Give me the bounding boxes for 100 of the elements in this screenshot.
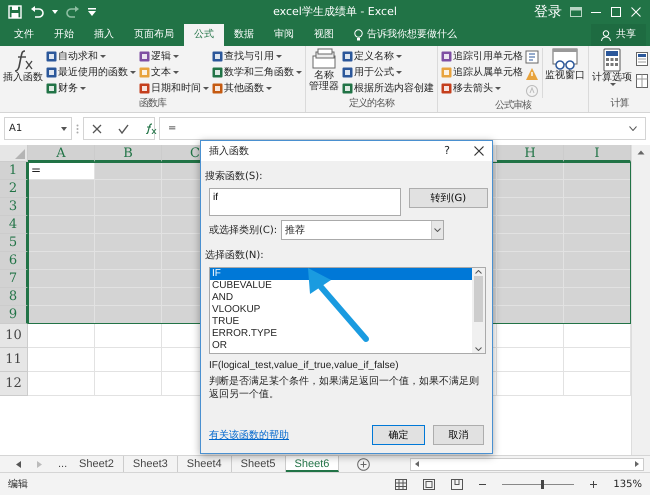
grid-cell[interactable] [497, 252, 564, 270]
show-formulas-icon[interactable] [525, 50, 539, 64]
grid-cell[interactable] [564, 162, 631, 180]
grid-cell[interactable] [28, 270, 95, 288]
help-button[interactable]: ? [444, 142, 450, 160]
add-sheet-icon[interactable] [357, 458, 370, 470]
list-item[interactable]: OR [210, 340, 472, 352]
row-header[interactable]: 11 [0, 348, 28, 372]
ribbon-button[interactable]: 日期和时间 [138, 80, 210, 96]
grid-cell[interactable] [497, 180, 564, 198]
grid-cell[interactable] [28, 372, 95, 396]
grid-cell[interactable] [497, 216, 564, 234]
row-header[interactable]: 12 [0, 372, 28, 396]
tell-me-search[interactable]: 告诉我你想要做什么 [344, 24, 467, 46]
list-item[interactable]: TRUE [210, 316, 472, 328]
sheet-calculate-icon[interactable] [636, 74, 648, 88]
close-icon[interactable] [474, 146, 484, 156]
ribbon-display-icon[interactable] [570, 7, 582, 17]
ribbon-button[interactable]: 最近使用的函数 [45, 64, 137, 80]
grid-cell[interactable] [28, 324, 95, 348]
formula-field[interactable]: = [159, 117, 646, 140]
grid-cell[interactable] [564, 288, 631, 306]
search-field[interactable]: if [209, 188, 401, 216]
save-icon[interactable] [8, 5, 22, 19]
grid-cell[interactable] [95, 306, 162, 324]
grid-cell[interactable] [28, 348, 95, 372]
grid-cell[interactable] [28, 216, 95, 234]
scroll-up-icon[interactable] [637, 150, 645, 155]
scroll-left-icon[interactable] [16, 460, 21, 468]
select-all-corner[interactable] [0, 145, 28, 162]
ribbon-button[interactable]: 追踪引用单元格 [440, 48, 524, 64]
error-check-icon[interactable] [525, 67, 539, 81]
list-item[interactable]: ERROR.TYPE [210, 328, 472, 340]
large-ribbon-button[interactable]: 监视窗口 [542, 48, 586, 98]
ribbon-tab[interactable]: 公式 [184, 24, 224, 46]
grid-cell[interactable] [564, 216, 631, 234]
vertical-scrollbar[interactable] [631, 145, 650, 455]
undo-icon[interactable] [30, 5, 44, 19]
row-header[interactable]: 10 [0, 324, 28, 348]
ribbon-tab[interactable]: 视图 [304, 24, 344, 46]
grid-cell[interactable] [564, 252, 631, 270]
grid-cell[interactable] [95, 180, 162, 198]
calculator-icon[interactable] [636, 52, 648, 66]
scroll-up-icon[interactable] [475, 270, 482, 274]
ribbon-tab[interactable]: 页面布局 [124, 24, 184, 46]
zoom-slider[interactable] [502, 480, 574, 488]
grid-cell[interactable] [28, 306, 95, 324]
large-ribbon-button[interactable]: 插入函数 [2, 48, 44, 96]
grid-cell[interactable] [497, 198, 564, 216]
list-item[interactable]: IF [210, 268, 472, 280]
ribbon-button[interactable]: 查找与引用 [211, 48, 303, 64]
ribbon-tab[interactable]: 插入 [84, 24, 124, 46]
column-header[interactable]: I [564, 145, 631, 162]
grid-cell[interactable] [95, 324, 162, 348]
zoom-level[interactable]: 135% [613, 476, 642, 492]
ribbon-tab[interactable]: 文件 [4, 24, 44, 46]
row-header[interactable]: 5 [0, 234, 28, 252]
row-header[interactable]: 6 [0, 252, 28, 270]
list-scrollbar[interactable] [472, 268, 485, 353]
ribbon-button[interactable]: 移去箭头 [440, 80, 524, 96]
share-button[interactable]: 共享 [591, 24, 646, 46]
ribbon-button[interactable]: 定义名称 [341, 48, 435, 64]
go-button[interactable]: 转到(G) [408, 188, 488, 208]
list-item[interactable]: AND [210, 292, 472, 304]
row-header[interactable]: 9 [0, 306, 28, 324]
page-layout-icon[interactable] [423, 478, 436, 490]
ribbon-button[interactable]: 其他函数 [211, 80, 303, 96]
grid-cell[interactable] [564, 180, 631, 198]
row-header[interactable]: 1 [0, 162, 28, 180]
row-header[interactable]: 4 [0, 216, 28, 234]
grid-cell[interactable] [28, 198, 95, 216]
scroll-left-icon[interactable] [415, 461, 420, 467]
ribbon-button[interactable]: 自动求和 [45, 48, 137, 64]
grid-cell[interactable] [497, 234, 564, 252]
enter-icon[interactable] [118, 124, 129, 134]
scroll-right-icon[interactable] [635, 461, 639, 467]
ribbon-button[interactable]: 文本 [138, 64, 210, 80]
grid-cell[interactable] [497, 162, 564, 180]
grid-cell[interactable] [564, 198, 631, 216]
grid-cell[interactable] [95, 162, 162, 180]
sheet-tab[interactable]: Sheet6 [286, 456, 340, 472]
row-header[interactable]: 8 [0, 288, 28, 306]
large-ribbon-button[interactable]: 计算选项 [591, 48, 633, 88]
ribbon-tab[interactable]: 审阅 [264, 24, 304, 46]
grid-cell[interactable] [28, 252, 95, 270]
large-ribbon-button[interactable]: 名称 管理器 [308, 48, 340, 96]
page-break-icon[interactable] [451, 478, 464, 490]
grid-cell[interactable] [497, 372, 564, 396]
help-link[interactable]: 有关该函数的帮助 [209, 428, 289, 442]
grid-cell[interactable] [28, 234, 95, 252]
zoom-in-icon[interactable] [590, 480, 598, 488]
grid-cell[interactable] [497, 270, 564, 288]
ribbon-button[interactable]: 用于公式 [341, 64, 435, 80]
grid-cell[interactable] [28, 288, 95, 306]
customize-icon[interactable] [88, 8, 96, 16]
ribbon-button[interactable]: 逻辑 [138, 48, 210, 64]
ribbon-button[interactable]: 数学和三角函数 [211, 64, 303, 80]
maximize-icon[interactable] [610, 7, 622, 17]
grid-cell[interactable] [95, 348, 162, 372]
normal-view-icon[interactable] [395, 478, 408, 490]
